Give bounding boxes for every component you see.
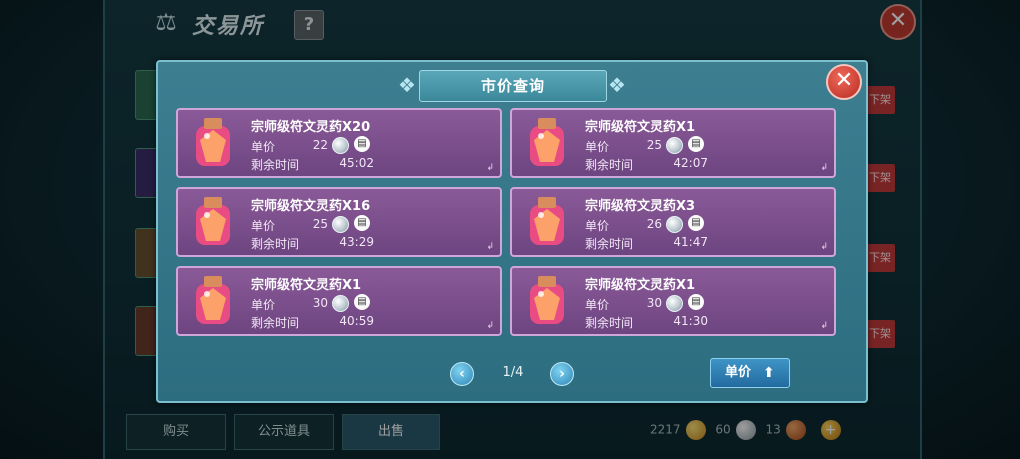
corner-mark-icon: ↲ [486,163,494,173]
silver-gem-icon [666,216,683,233]
chevron-right-icon: › [559,366,565,382]
corner-mark-icon: ↲ [486,321,494,331]
chevron-left-icon: ‹ [459,366,465,382]
page-indicator: 1/4 [502,365,524,380]
listing-card[interactable]: 宗师级符文灵药X1 单价 25 ▤ 剩余时间 42:07 ↲ [510,108,836,178]
document-icon[interactable]: ▤ [354,136,370,152]
close-button[interactable]: ✕ [826,64,862,100]
silver-gem-icon [666,137,683,154]
item-name: 宗师级符文灵药X16 [251,199,371,214]
item-name: 宗师级符文灵药X3 [585,199,696,214]
market-price-dialog: ❖ 市价查询 ❖ ✕ 宗师级符文灵药X20 单价 22 ▤ 剩余时间 45:02… [156,60,868,403]
ornament-right-icon: ❖ [608,73,626,97]
unit-price-label: 单价 [251,219,276,233]
time-left-label: 剩余时间 [251,316,300,330]
time-left-label: 剩余时间 [585,237,634,251]
time-left-value: 41:30 [673,314,708,328]
ornament-left-icon: ❖ [398,73,416,97]
unit-price-label: 单价 [251,140,276,154]
listing-card[interactable]: 宗师级符文灵药X20 单价 22 ▤ 剩余时间 45:02 ↲ [176,108,502,178]
unit-price-value: 22 [312,138,328,152]
document-icon[interactable]: ▤ [688,136,704,152]
item-name: 宗师级符文灵药X1 [251,278,362,293]
potion-icon [190,195,236,251]
time-left-value: 40:59 [339,314,374,328]
time-left-label: 剩余时间 [251,237,300,251]
dialog-title: 市价查询 [480,77,545,95]
time-left-value: 45:02 [339,156,374,170]
item-name: 宗师级符文灵药X20 [251,120,371,135]
unit-price-label: 单价 [585,298,610,312]
time-left-value: 41:47 [673,235,708,249]
unit-price-value: 30 [312,296,328,310]
unit-price-label: 单价 [585,140,610,154]
potion-icon [190,116,236,172]
item-name: 宗师级符文灵药X1 [585,278,696,293]
time-left-label: 剩余时间 [251,158,300,172]
unit-price-value: 25 [312,217,328,231]
dialog-title-bar: 市价查询 [419,70,607,102]
document-icon[interactable]: ▤ [688,215,704,231]
listing-card[interactable]: 宗师级符文灵药X1 单价 30 ▤ 剩余时间 40:59 ↲ [176,266,502,336]
potion-icon [524,274,570,330]
prev-page-button[interactable]: ‹ [450,362,474,386]
unit-price-label: 单价 [251,298,276,312]
listing-card[interactable]: 宗师级符文灵药X1 单价 30 ▤ 剩余时间 41:30 ↲ [510,266,836,336]
corner-mark-icon: ↲ [486,242,494,252]
time-left-label: 剩余时间 [585,316,634,330]
item-name: 宗师级符文灵药X1 [585,120,696,135]
listing-card[interactable]: 宗师级符文灵药X16 单价 25 ▤ 剩余时间 43:29 ↲ [176,187,502,257]
time-left-value: 42:07 [673,156,708,170]
sort-label: 单价 [725,365,752,380]
document-icon[interactable]: ▤ [688,294,704,310]
time-left-label: 剩余时间 [585,158,634,172]
listing-card[interactable]: 宗师级符文灵药X3 单价 26 ▤ 剩余时间 41:47 ↲ [510,187,836,257]
corner-mark-icon: ↲ [820,321,828,331]
next-page-button[interactable]: › [550,362,574,386]
potion-icon [524,195,570,251]
silver-gem-icon [666,295,683,312]
corner-mark-icon: ↲ [820,163,828,173]
silver-gem-icon [332,137,349,154]
document-icon[interactable]: ▤ [354,294,370,310]
close-icon: ✕ [834,68,854,93]
unit-price-value: 25 [646,138,662,152]
corner-mark-icon: ↲ [820,242,828,252]
silver-gem-icon [332,295,349,312]
potion-icon [524,116,570,172]
sort-by-price-button[interactable]: 单价 ⬆ [710,358,790,388]
price-list: 宗师级符文灵药X20 单价 22 ▤ 剩余时间 45:02 ↲ 宗师级符文灵药X… [176,108,848,348]
arrow-up-icon: ⬆ [763,365,775,381]
time-left-value: 43:29 [339,235,374,249]
document-icon[interactable]: ▤ [354,215,370,231]
unit-price-label: 单价 [585,219,610,233]
unit-price-value: 30 [646,296,662,310]
potion-icon [190,274,236,330]
silver-gem-icon [332,216,349,233]
unit-price-value: 26 [646,217,662,231]
